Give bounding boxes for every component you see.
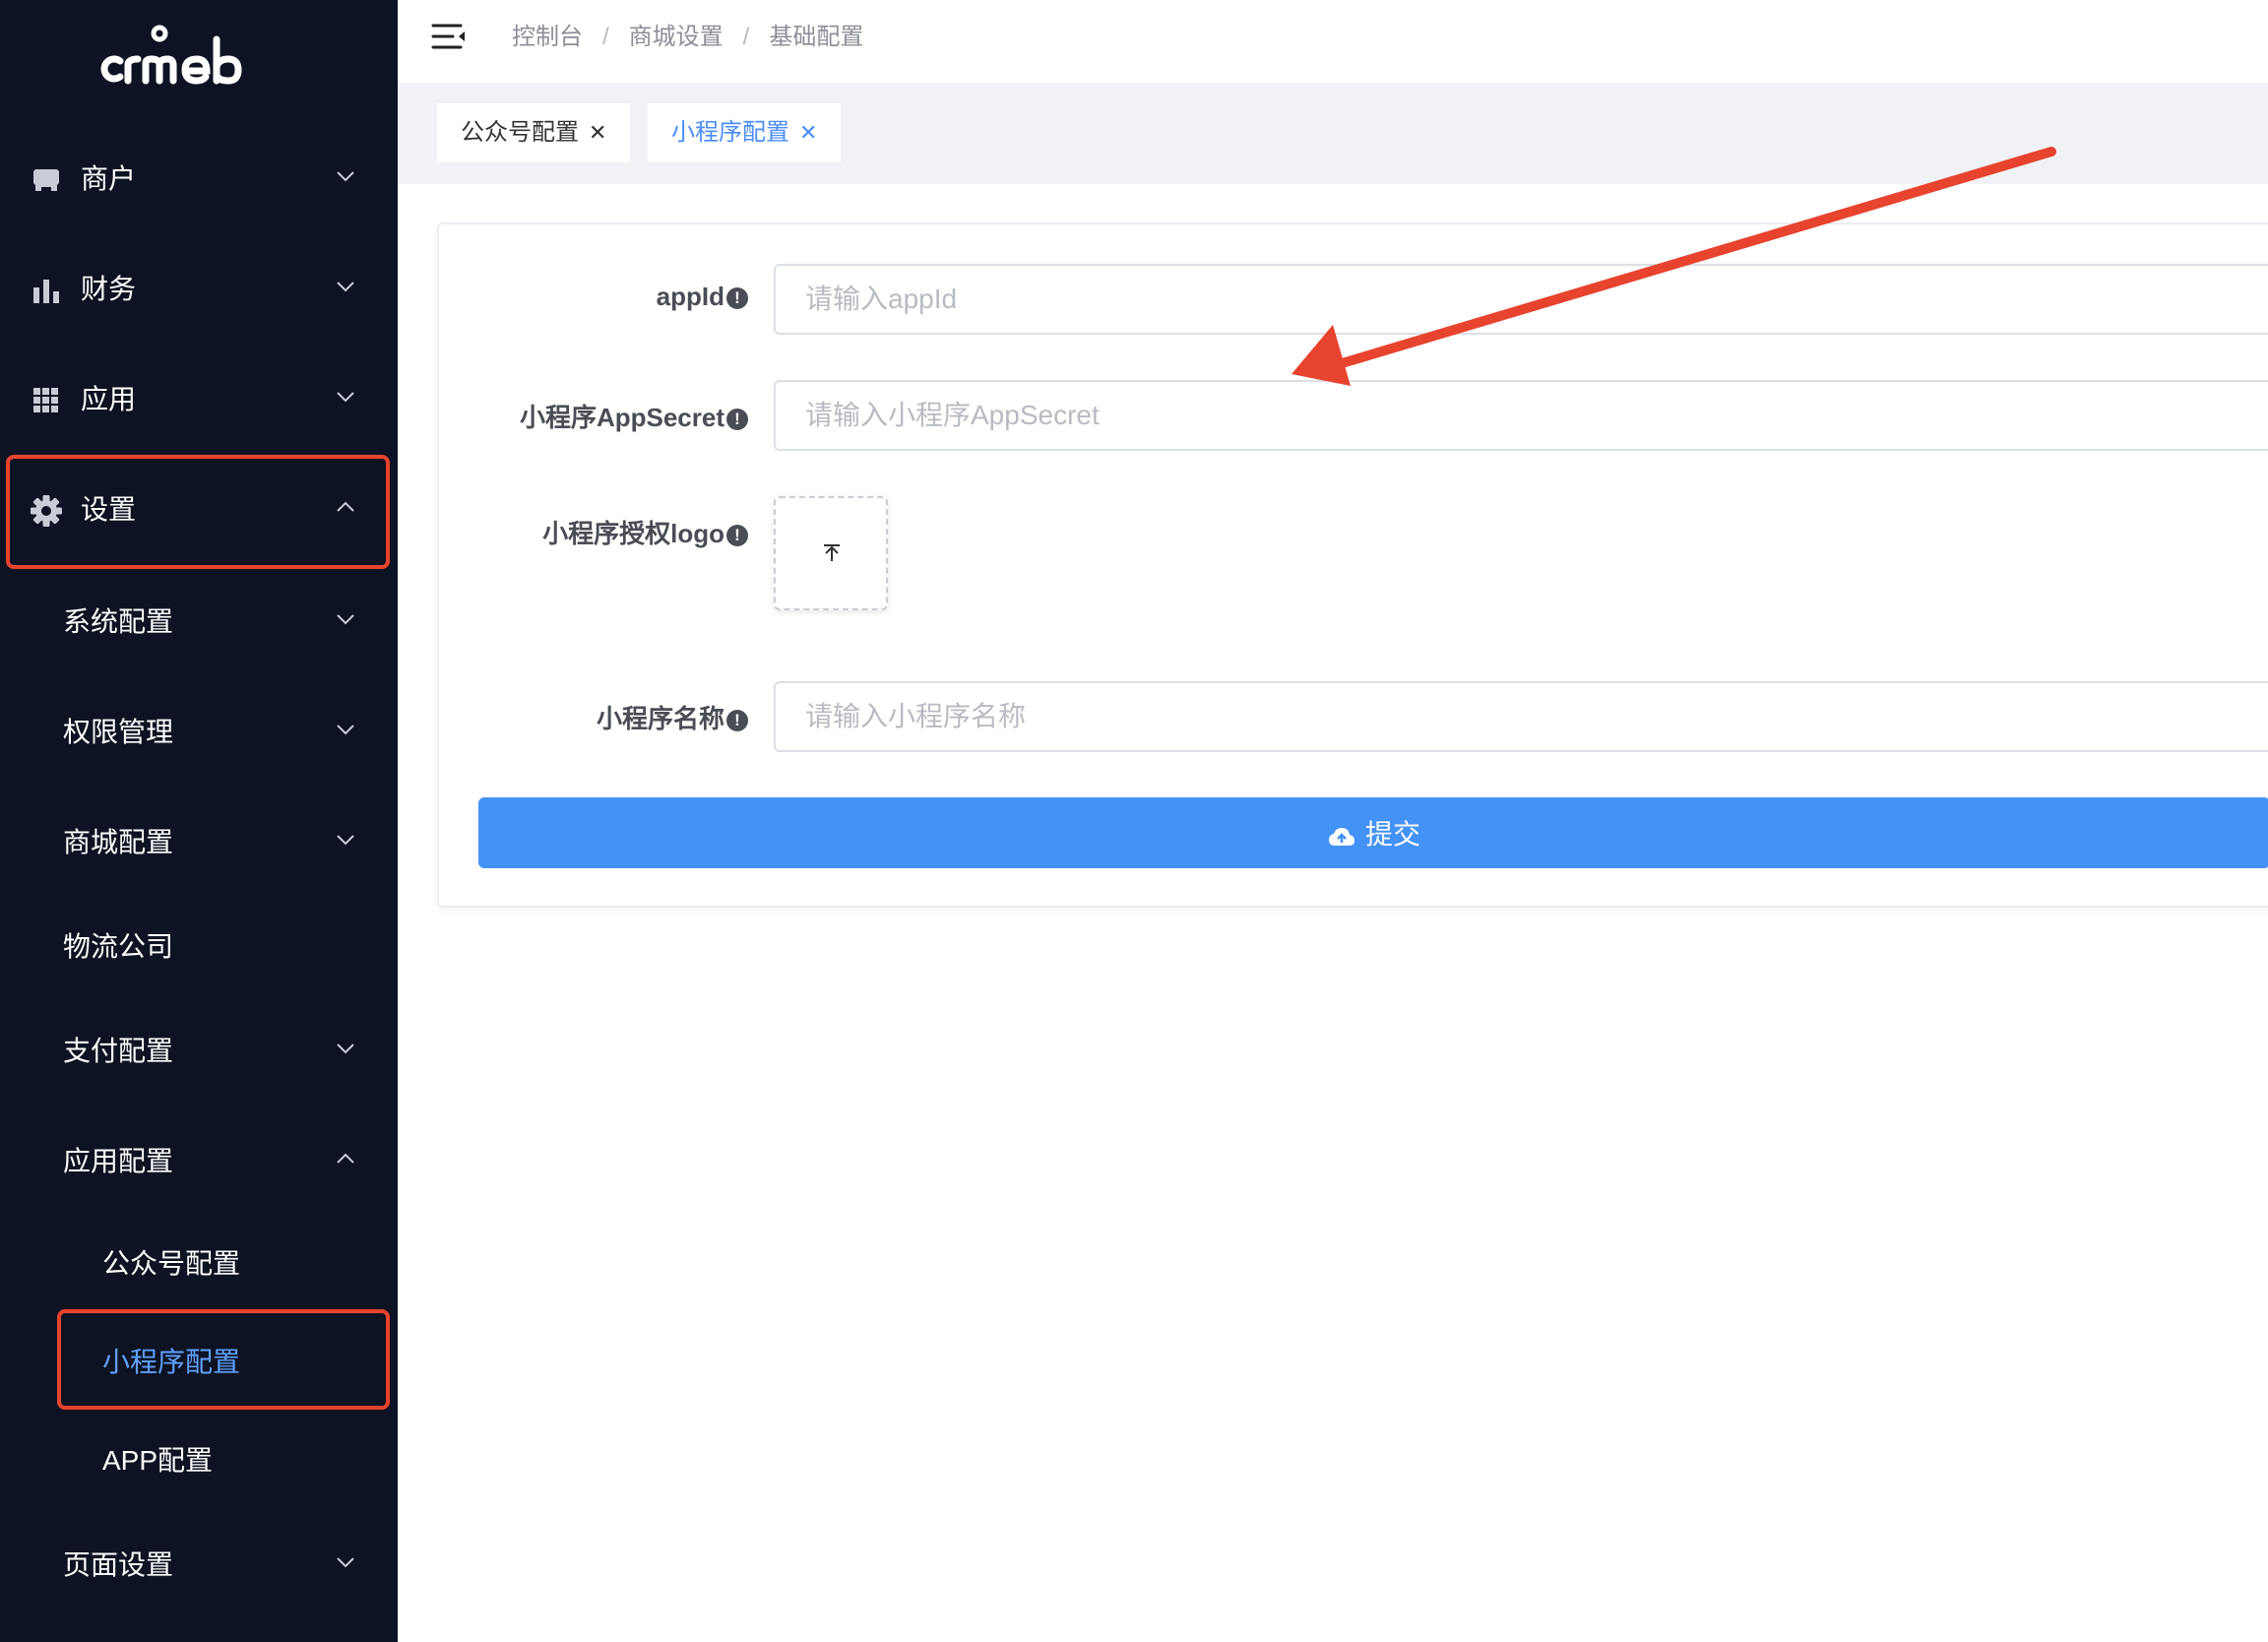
sidebar-item-label: 设置 — [81, 494, 137, 525]
sidebar-item-finance[interactable]: 财务 — [0, 234, 398, 345]
chevron-down-icon — [337, 1043, 354, 1054]
miniprogram-name-input[interactable] — [774, 681, 2268, 752]
chevron-down-icon — [337, 171, 354, 182]
cloud-upload-icon — [1328, 828, 1354, 846]
sidebar-item-label: 应用 — [81, 384, 137, 414]
sidebar-sub-system-config[interactable]: 系统配置 — [0, 573, 398, 671]
sidebar-leaf-miniprogram-config[interactable]: 小程序配置 — [0, 1313, 398, 1412]
tag-label: 公众号配置 — [461, 119, 579, 146]
top-header: 控制台 / 商城设置 / 基础配置 — [398, 0, 2268, 85]
appid-input[interactable] — [774, 264, 2268, 335]
breadcrumb-separator: / — [742, 24, 750, 50]
tag-label: 小程序配置 — [671, 119, 789, 146]
breadcrumb: 控制台 / 商城设置 / 基础配置 — [512, 20, 863, 55]
submit-button[interactable]: 提交 — [478, 797, 2268, 868]
sidebar-item-merchant[interactable]: 商户 — [0, 124, 398, 234]
upload-icon — [824, 544, 840, 561]
tag-miniprogram-config[interactable]: 小程序配置 ✕ — [648, 103, 842, 162]
submit-button-label: 提交 — [1364, 819, 1420, 850]
tag-wechat-official-config[interactable]: 公众号配置 ✕ — [437, 103, 631, 162]
info-icon[interactable]: ! — [726, 710, 748, 731]
grid-icon — [33, 388, 58, 412]
sidebar-leaf-app-config[interactable]: APP配置 — [0, 1412, 398, 1510]
logo-icon — [100, 25, 242, 85]
sidebar-sub-page-settings[interactable]: 页面设置 — [0, 1516, 398, 1614]
appsecret-label: 小程序AppSecret! — [520, 398, 748, 434]
chevron-down-icon — [337, 392, 354, 403]
sidebar-sub-app-config[interactable]: 应用配置 — [0, 1112, 398, 1211]
info-icon[interactable]: ! — [726, 409, 748, 430]
auth-logo-label-text: 小程序授权logo — [542, 519, 724, 548]
miniprogram-name-label-text: 小程序名称 — [596, 704, 724, 733]
sidebar-item-label: 权限管理 — [63, 717, 174, 747]
sidebar-item-label: 公众号配置 — [102, 1248, 241, 1279]
tab-tags-bar: 公众号配置 ✕ 小程序配置 ✕ — [398, 86, 2268, 184]
sidebar-item-label: 商户 — [81, 163, 137, 194]
sidebar-item-settings[interactable]: 设置 — [0, 455, 398, 565]
sidebar-item-label: 物流公司 — [63, 931, 174, 962]
sidebar-sub-logistics[interactable]: 物流公司 — [0, 898, 398, 996]
chevron-down-icon — [337, 725, 354, 735]
sidebar-item-label: 财务 — [81, 274, 137, 304]
info-icon[interactable]: ! — [726, 525, 748, 546]
sidebar: 商户 财务 应用 设置 系统配置 权限管理 商城配置 物流公司 支付配置 应用配… — [0, 0, 398, 1642]
bar-chart-icon — [33, 280, 59, 303]
close-icon[interactable]: ✕ — [589, 120, 606, 145]
appid-label: appId! — [657, 282, 748, 312]
chevron-down-icon — [337, 282, 354, 292]
chevron-down-icon — [337, 614, 354, 625]
sidebar-item-label: 支付配置 — [63, 1036, 174, 1066]
appsecret-label-text: 小程序AppSecret — [519, 403, 724, 432]
sidebar-sub-mall-config[interactable]: 商城配置 — [0, 793, 398, 892]
sidebar-item-label: 小程序配置 — [102, 1347, 241, 1377]
breadcrumb-separator: / — [602, 24, 609, 50]
logo-upload-button[interactable] — [774, 496, 888, 610]
store-icon — [33, 169, 59, 191]
sidebar-item-apps[interactable]: 应用 — [0, 345, 398, 455]
breadcrumb-item-dashboard[interactable]: 控制台 — [512, 24, 583, 50]
menu-toggle-icon[interactable] — [431, 22, 469, 53]
info-icon[interactable]: ! — [726, 287, 748, 309]
sidebar-leaf-wechat-official-config[interactable]: 公众号配置 — [0, 1215, 398, 1313]
chevron-down-icon — [337, 1557, 354, 1568]
sidebar-item-label: 应用配置 — [63, 1146, 174, 1176]
breadcrumb-item-basic-config: 基础配置 — [769, 24, 864, 50]
chevron-down-icon — [337, 835, 354, 846]
chevron-up-icon — [337, 501, 354, 512]
appsecret-input[interactable] — [774, 380, 2268, 451]
gear-icon — [31, 495, 62, 527]
appid-label-text: appId — [656, 282, 724, 311]
sidebar-item-label: 系统配置 — [63, 606, 174, 637]
close-icon[interactable]: ✕ — [799, 120, 817, 145]
miniprogram-name-label: 小程序名称! — [597, 699, 748, 735]
chevron-up-icon — [337, 1153, 354, 1164]
sidebar-item-label: 商城配置 — [63, 827, 174, 857]
sidebar-item-label: 页面设置 — [63, 1549, 174, 1580]
sidebar-sub-payment-config[interactable]: 支付配置 — [0, 1002, 398, 1101]
sidebar-item-label: APP配置 — [102, 1445, 214, 1476]
auth-logo-label: 小程序授权logo! — [542, 514, 748, 550]
sidebar-sub-permissions[interactable]: 权限管理 — [0, 683, 398, 782]
app-root: 商户 财务 应用 设置 系统配置 权限管理 商城配置 物流公司 支付配置 应用配… — [0, 0, 2268, 1642]
crmeb-logo[interactable] — [0, 0, 398, 118]
breadcrumb-item-mall-settings[interactable]: 商城设置 — [629, 24, 724, 50]
